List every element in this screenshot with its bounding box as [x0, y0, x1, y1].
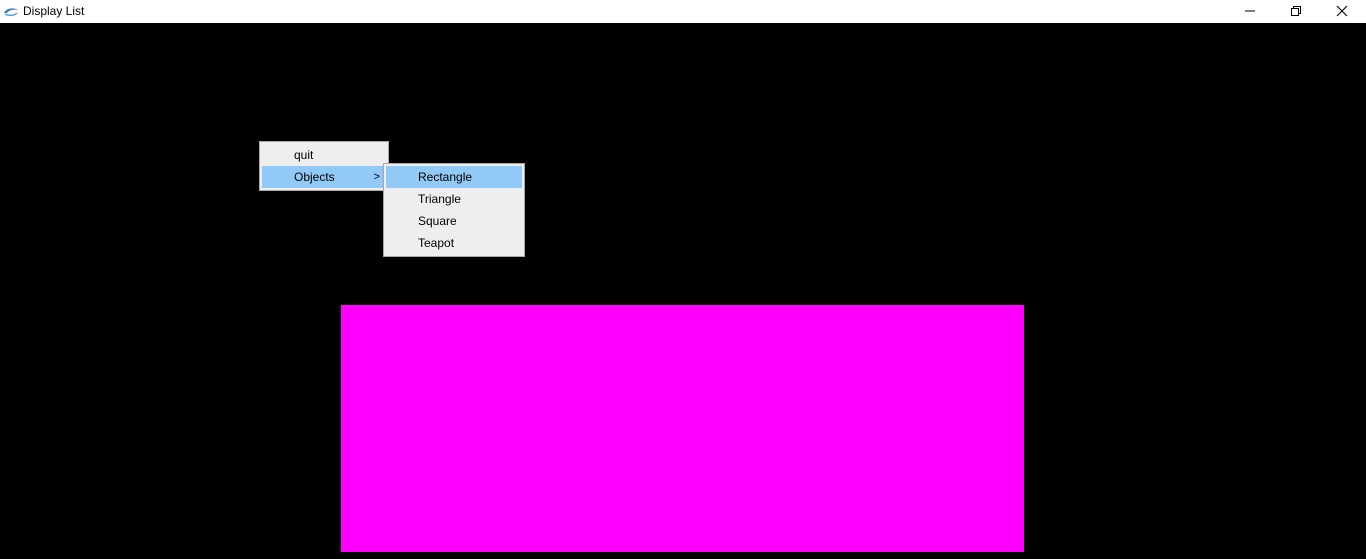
close-button[interactable]: [1319, 0, 1365, 23]
close-icon: [1336, 5, 1348, 17]
minimize-icon: [1245, 10, 1255, 12]
menu-item-label: Objects: [294, 170, 335, 184]
minimize-button[interactable]: [1227, 0, 1273, 23]
window-title: Display List: [23, 4, 85, 18]
menu-item-quit[interactable]: quit: [262, 144, 386, 166]
title-bar[interactable]: Display List: [0, 0, 1366, 23]
menu-item-rectangle[interactable]: Rectangle: [386, 166, 522, 188]
menu-item-label: Rectangle: [418, 170, 473, 184]
menu-item-label: quit: [294, 148, 314, 162]
menu-item-label: Teapot: [418, 236, 455, 250]
app-swirl-icon: [3, 5, 19, 17]
menu-item-objects[interactable]: Objects >: [262, 166, 386, 188]
restore-icon: [1291, 6, 1301, 16]
menu-item-square[interactable]: Square: [386, 210, 522, 232]
app-window: Display List quit Objects > Rectangle Tr…: [0, 0, 1366, 559]
context-menu: quit Objects >: [259, 141, 389, 191]
menu-item-triangle[interactable]: Triangle: [386, 188, 522, 210]
rendered-rectangle: [341, 305, 1024, 552]
restore-button[interactable]: [1273, 0, 1319, 23]
menu-item-label: Triangle: [418, 192, 461, 206]
objects-submenu: Rectangle Triangle Square Teapot: [383, 163, 525, 257]
menu-item-teapot[interactable]: Teapot: [386, 232, 522, 254]
menu-item-label: Square: [418, 214, 457, 228]
chevron-right-icon: >: [373, 171, 380, 183]
